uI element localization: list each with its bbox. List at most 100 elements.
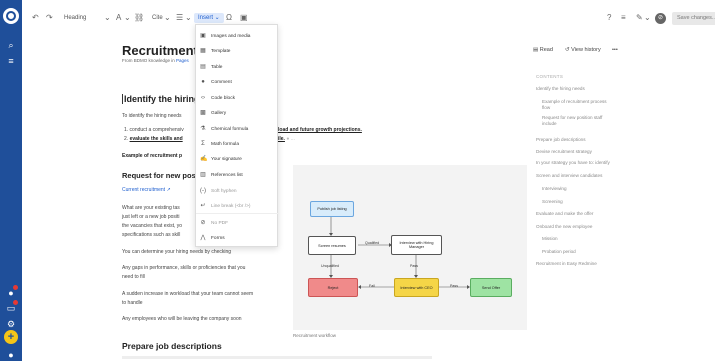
page-title: Recruitment <box>122 43 198 58</box>
sigma-icon: Σ <box>201 141 205 147</box>
chevron-down-icon[interactable]: ⌄ <box>185 13 192 23</box>
insert-menu-item[interactable]: ● Comment <box>200 77 276 87</box>
toc-item[interactable]: Identify the hiring needs <box>536 86 616 92</box>
view-history-button[interactable]: ↺ View history <box>565 47 601 53</box>
edit-icon[interactable]: ✎ <box>636 13 643 23</box>
example-heading: Example of recruitment p <box>122 153 183 159</box>
hamburger-icon[interactable]: ≡ <box>621 13 626 23</box>
toc-item[interactable]: Prepare job descriptions <box>536 137 616 143</box>
chevron-down-icon[interactable]: ⌄ <box>104 13 111 23</box>
toc-item[interactable]: Evaluate and make the offer <box>536 211 616 217</box>
edge-label-pass: Pass <box>450 284 458 288</box>
toc-item[interactable]: Screening <box>542 199 614 205</box>
node-reject[interactable]: Reject <box>308 278 358 297</box>
insert-menu-button[interactable]: Insert ⌄ <box>194 13 224 23</box>
insert-menu-item[interactable]: ↵ Line break (<br />) <box>200 201 276 211</box>
insert-menu-item-label: Template <box>211 48 231 54</box>
flask-icon: ⚗ <box>200 126 206 132</box>
search-icon[interactable]: ⌕ <box>6 40 16 50</box>
text-fade <box>122 356 432 359</box>
insert-menu-item-label: Gallery <box>211 110 227 116</box>
node-publish-job-listing[interactable]: Publish job listing <box>310 201 354 217</box>
insert-menu-item-label: Soft hyphen <box>211 188 237 194</box>
edge-label-fail: Fail <box>369 284 375 288</box>
toc-item[interactable]: In your strategy you have to: identify <box>536 160 616 166</box>
link-icon[interactable]: ⛓ <box>134 13 144 23</box>
insert-dropdown-menu: ▣ Images and media ▦ Template ▤ Table ● Comment… <box>195 24 279 247</box>
insert-menu-item[interactable]: ⋀ Forms <box>200 233 276 243</box>
insert-menu-item[interactable]: ⚗ Chemical formula <box>200 124 276 134</box>
page-settings-icon[interactable]: ▣ <box>240 13 248 23</box>
template-icon: ▦ <box>200 48 206 54</box>
node-interview-hiring-manager[interactable]: Interview with Hiring Manager <box>391 235 442 255</box>
text-style-icon[interactable]: A <box>116 13 121 23</box>
more-options-button[interactable]: ••• <box>612 47 618 53</box>
insert-menu-item[interactable]: ▦ Template <box>200 46 276 56</box>
references-icon: ▥ <box>200 172 206 178</box>
redo-icon[interactable]: ↷ <box>46 13 53 23</box>
insert-menu-item-label: Comment <box>211 79 232 85</box>
block-icon[interactable]: ⊘ <box>655 13 666 24</box>
toc-item[interactable]: Onboard the new employee <box>536 224 616 230</box>
settings-icon[interactable]: ⚙ <box>6 319 16 329</box>
menu-icon[interactable]: ≡ <box>6 56 16 66</box>
insert-menu-item[interactable]: ▩ Gallery <box>200 108 276 118</box>
read-icon: ▤ <box>533 47 539 53</box>
insert-menu-item[interactable]: ⊘ No PDF <box>200 218 276 228</box>
undo-icon[interactable]: ↶ <box>32 13 39 23</box>
toc-item[interactable]: Example of recruitment process flow <box>542 99 614 111</box>
user-icon[interactable]: ● <box>6 350 16 360</box>
hyphen-icon: (-) <box>200 188 206 194</box>
insert-menu-item[interactable]: (-) Soft hyphen <box>200 186 276 196</box>
gallery-icon: ▩ <box>200 110 206 116</box>
node-screen-resumes[interactable]: Screen resumes <box>308 236 356 255</box>
toc-item[interactable]: Screen and interview candidates <box>536 173 616 179</box>
chevron-down-icon[interactable]: ⌄ <box>644 13 651 23</box>
insert-menu-item-label: References list <box>211 172 243 178</box>
app-logo[interactable] <box>3 8 19 24</box>
toc-item[interactable]: Request for new position staff include <box>542 115 614 127</box>
node-interview-ceo[interactable]: Interview with CEO <box>394 278 439 297</box>
node-send-offer[interactable]: Send Offer <box>470 278 512 297</box>
insert-menu-item[interactable]: ‹› Code block <box>200 93 276 103</box>
section-heading-prepare: Prepare job descriptions <box>122 341 222 351</box>
edge-label-unqualified: Unqualified <box>321 264 339 268</box>
list-icon[interactable]: ☰ <box>176 13 183 23</box>
cite-button[interactable]: Cite <box>152 13 163 23</box>
toc-item[interactable]: Mission <box>542 236 614 242</box>
toc-item[interactable]: Interviewing <box>542 186 614 192</box>
notification-badge <box>13 285 18 290</box>
list-item-link[interactable]: load and future growth projections. <box>278 126 362 134</box>
section-heading-identify[interactable]: Identify the hiring <box>122 94 200 104</box>
source-link[interactable]: Pages <box>176 58 189 63</box>
insert-menu-item[interactable]: ▣ Images and media <box>200 31 276 41</box>
insert-menu-item[interactable]: ✍ Your signature <box>200 154 276 164</box>
save-changes-button[interactable]: Save changes... <box>672 12 715 25</box>
insert-menu-item[interactable]: ▤ Table <box>200 62 276 72</box>
help-icon[interactable]: ? <box>607 13 611 23</box>
heading-select[interactable]: Heading <box>64 13 86 23</box>
insert-menu-item-label: No PDF <box>211 220 229 226</box>
paragraph: You can determine your hiring needs by c… <box>122 249 232 255</box>
edge-label-pass: Pass <box>410 264 418 268</box>
history-icon: ↺ <box>565 47 570 53</box>
insert-menu-item-label: Forms <box>211 235 225 241</box>
table-icon: ▤ <box>200 64 206 70</box>
toc-item[interactable]: Recruitment in Easy Redmine <box>536 261 616 267</box>
insert-menu-item-label: Line break (<br />) <box>211 203 251 209</box>
no-pdf-icon: ⊘ <box>200 220 206 226</box>
paragraph: the vacancies that exist, yo <box>122 223 183 229</box>
toc-item[interactable]: Probation period <box>542 249 614 255</box>
insert-menu-item[interactable]: ▥ References list <box>200 170 276 180</box>
toc-item[interactable]: Devise recruitment strategy <box>536 149 616 155</box>
current-recruitment-link[interactable]: Current recruitment ↗ <box>122 186 171 194</box>
special-character-icon[interactable]: Ω <box>226 13 232 23</box>
chevron-down-icon[interactable]: ⌄ <box>124 13 131 23</box>
diagram-caption: Recruitment workflow <box>293 333 337 338</box>
recruitment-workflow-diagram[interactable]: Publish job listing Screen resumes Inter… <box>293 165 527 330</box>
insert-menu-item[interactable]: Σ Math formula <box>200 139 276 149</box>
chevron-down-icon[interactable]: ⌄ <box>164 13 171 23</box>
quick-add-button[interactable]: + <box>4 330 18 344</box>
paragraph: just left or a new job positi <box>122 214 180 220</box>
read-button[interactable]: ▤ Read <box>533 47 553 53</box>
